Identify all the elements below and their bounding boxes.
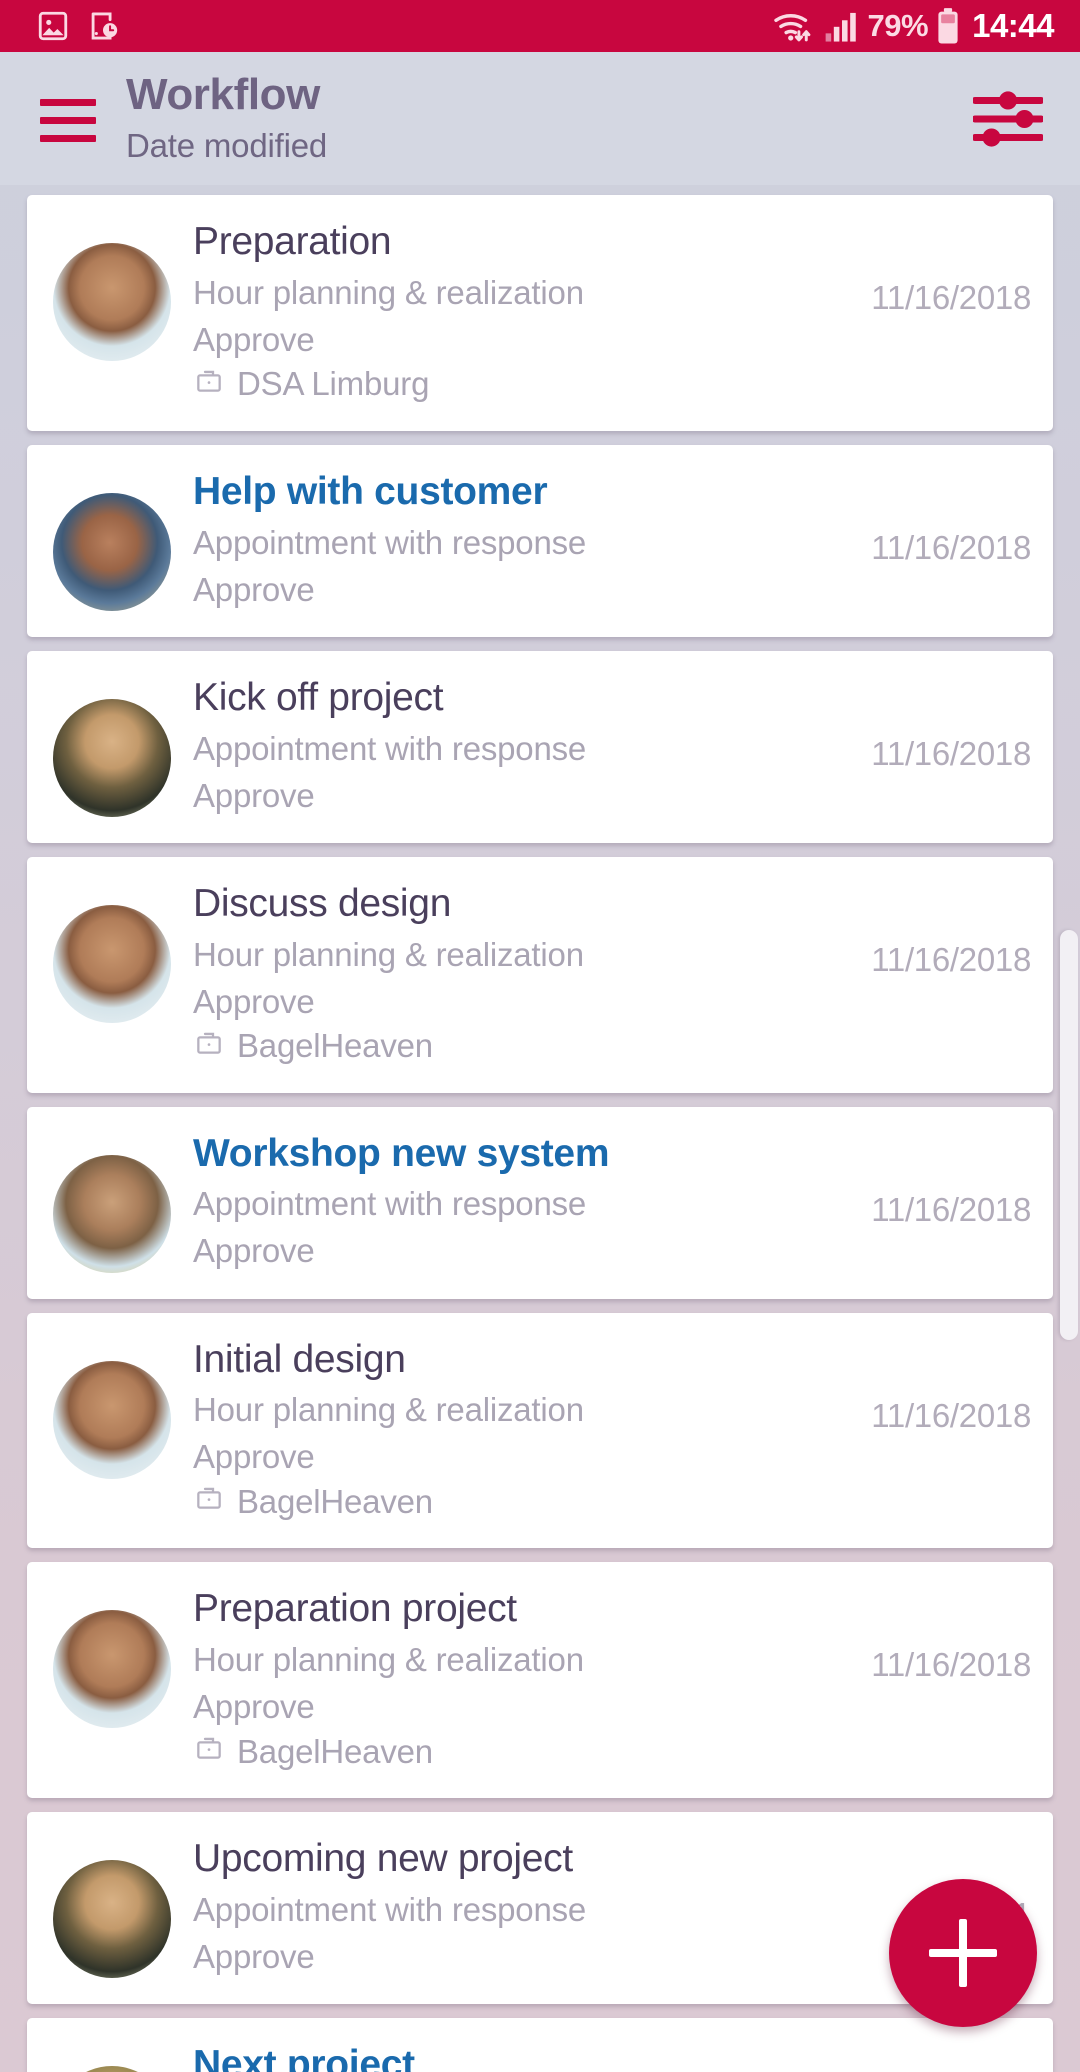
list-item-action: Approve xyxy=(193,1232,315,1270)
list-item-date: 11/16/2018 xyxy=(871,1396,1031,1434)
wifi-icon xyxy=(772,8,816,44)
app-bar: Workflow Date modified xyxy=(0,52,1080,185)
list-item-date: 11/16/2018 xyxy=(871,279,1031,316)
status-bar: 79% 14:44 xyxy=(0,0,1080,52)
list-item[interactable]: Initial design Hour planning & realizatio… xyxy=(27,1312,1053,1549)
list-item-title: Initial design xyxy=(193,1338,406,1381)
add-button[interactable] xyxy=(889,1879,1037,2027)
battery-icon xyxy=(936,7,960,45)
list-item-company-label: BagelHeaven xyxy=(237,1732,433,1770)
plus-icon xyxy=(959,1919,967,1987)
list-item-title: Workshop new system xyxy=(193,1132,610,1175)
app-bar-title-block: Workflow Date modified xyxy=(126,72,327,165)
list-item-title: Kick off project xyxy=(193,676,444,719)
list-item-action: Approve xyxy=(193,1438,315,1476)
battery-percent-label: 79% xyxy=(867,8,929,43)
briefcase-icon xyxy=(193,1732,225,1772)
list-item[interactable]: Discuss design Hour planning & realizatio… xyxy=(27,856,1053,1093)
cellular-signal-icon xyxy=(824,9,860,43)
list-item-company-label: DSA Limburg xyxy=(237,365,430,403)
list-item[interactable]: Preparation project Hour planning & reali… xyxy=(27,1562,1053,1798)
image-icon xyxy=(36,9,70,43)
list-item-company: DSA Limburg xyxy=(193,365,1031,405)
avatar xyxy=(53,492,171,611)
avatar xyxy=(53,904,171,1023)
status-bar-left-icons xyxy=(36,9,120,43)
avatar xyxy=(53,1360,171,1479)
briefcase-icon xyxy=(193,365,225,405)
list-item-action: Approve xyxy=(193,570,315,608)
list-item-company: BagelHeaven xyxy=(193,1027,1031,1067)
hamburger-menu-icon[interactable] xyxy=(40,95,96,142)
hamburger-line xyxy=(40,135,96,142)
avatar xyxy=(53,1154,171,1273)
list-item-title: Help with customer xyxy=(193,470,548,513)
workflow-list[interactable]: Preparation Hour planning & realization Ap… xyxy=(0,185,1080,2072)
list-item[interactable]: Help with customer Appointment with respo… xyxy=(27,444,1053,637)
briefcase-icon xyxy=(193,1027,225,1067)
status-bar-right-icons: 79% 14:44 xyxy=(772,7,1054,45)
list-item-date: 11/16/2018 xyxy=(871,528,1031,566)
list-item-action: Approve xyxy=(193,320,315,358)
clock-label: 14:44 xyxy=(972,7,1054,44)
list-item-body: Next project xyxy=(171,2044,1031,2072)
avatar xyxy=(53,698,171,817)
list-item-title: Preparation xyxy=(193,221,392,263)
list-item[interactable]: Next project xyxy=(27,2018,1053,2072)
avatar xyxy=(53,1860,171,1978)
list-item-date: 11/16/2018 xyxy=(871,940,1031,978)
list-item-action: Approve xyxy=(193,982,315,1020)
avatar xyxy=(53,243,171,361)
page-title: Workflow xyxy=(126,70,320,120)
list-item-action: Approve xyxy=(193,1688,315,1726)
list-item-date: 11/16/2018 xyxy=(871,1646,1031,1684)
list-item-company: BagelHeaven xyxy=(193,1732,1031,1772)
briefcase-icon xyxy=(193,1482,225,1522)
hamburger-line xyxy=(40,117,96,124)
list-item-action: Approve xyxy=(193,776,315,814)
list-item-date: 11/16/2018 xyxy=(871,1190,1031,1228)
sort-subtitle: Date modified xyxy=(126,126,328,164)
list-item-company: BagelHeaven xyxy=(193,1482,1031,1522)
avatar xyxy=(53,1610,171,1729)
list-item-title: Upcoming new project xyxy=(193,1838,573,1880)
avatar xyxy=(53,2066,171,2072)
filter-sliders-icon[interactable] xyxy=(970,81,1046,157)
list-item[interactable]: Kick off project Appointment with respons… xyxy=(27,650,1053,843)
hamburger-line xyxy=(40,99,96,106)
list-item[interactable]: Preparation Hour planning & realization Ap… xyxy=(27,195,1053,431)
list-item[interactable]: Workshop new system Appointment with resp… xyxy=(27,1106,1053,1299)
list-item-company-label: BagelHeaven xyxy=(237,1482,433,1520)
list-item-company-label: BagelHeaven xyxy=(237,1027,433,1065)
list-item-title: Next project xyxy=(193,2044,415,2072)
list-item-date: 11/16/2018 xyxy=(871,734,1031,772)
list-item-title: Preparation project xyxy=(193,1588,517,1631)
device-clock-icon xyxy=(86,9,120,43)
list-item-title: Discuss design xyxy=(193,882,452,925)
vertical-scrollbar[interactable] xyxy=(1060,930,1078,1340)
